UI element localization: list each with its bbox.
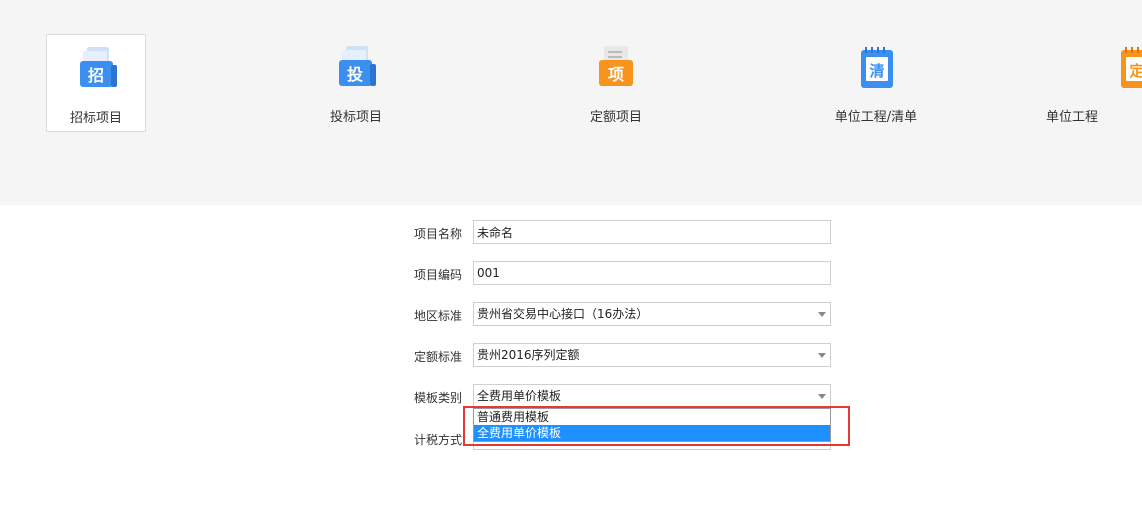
unit-quota-icon: 定 — [1121, 47, 1142, 88]
tax-method-label: 计税方式 — [414, 433, 463, 447]
region-standard-select[interactable]: 贵州省交易中心接口（16办法） — [473, 302, 831, 326]
region-standard-value: 贵州省交易中心接口（16办法） — [477, 307, 649, 321]
tile-bid-invitation-project[interactable]: 招 招标项目 — [46, 34, 146, 132]
region-standard-label: 地区标准 — [414, 309, 463, 323]
chevron-down-icon — [818, 394, 826, 399]
icon-glyph: 定 — [1129, 62, 1142, 80]
tile-label: 定额项目 — [589, 110, 642, 125]
bill-list-icon: 清 — [861, 47, 893, 88]
icon-glyph: 招 — [88, 66, 104, 85]
icon-glyph: 项 — [608, 65, 624, 84]
quota-project-icon: 项 — [599, 46, 633, 86]
tile-label: 招标项目 — [69, 111, 122, 126]
project-code-label: 项目编码 — [414, 268, 463, 282]
project-name-label: 项目名称 — [414, 227, 463, 241]
tile-label: 单位工程 — [1046, 110, 1099, 125]
bid-invitation-icon: 招 — [80, 47, 117, 87]
chevron-down-icon — [818, 312, 826, 317]
chevron-down-icon — [818, 353, 826, 358]
template-type-value: 全费用单价模板 — [477, 389, 562, 403]
template-type-dropdown: 普通费用模板 全费用单价模板 — [473, 408, 831, 442]
icon-glyph: 清 — [869, 62, 884, 80]
tile-unit-engineering-bill[interactable]: 清 单位工程/清单 — [826, 34, 926, 132]
quota-standard-value: 贵州2016序列定额 — [477, 348, 580, 362]
template-type-select[interactable]: 全费用单价模板 — [473, 384, 831, 408]
tile-label: 单位工程/清单 — [834, 110, 918, 125]
project-name-input[interactable] — [473, 220, 831, 244]
tile-label: 投标项目 — [329, 110, 382, 125]
dropdown-option-full-cost-template[interactable]: 全费用单价模板 — [474, 425, 830, 441]
quota-standard-select[interactable]: 贵州2016序列定额 — [473, 343, 831, 367]
project-code-input[interactable] — [473, 261, 831, 285]
template-type-label: 模板类别 — [414, 391, 463, 405]
quota-standard-label: 定额标准 — [414, 350, 463, 364]
tile-bid-submission-project[interactable]: 投 投标项目 — [306, 34, 406, 132]
bid-submission-icon: 投 — [339, 46, 376, 86]
tile-quota-project[interactable]: 项 定额项目 — [566, 34, 666, 132]
dropdown-option-normal-template[interactable]: 普通费用模板 — [474, 409, 830, 425]
icon-glyph: 投 — [347, 65, 363, 84]
project-type-panel: 招 招标项目 投 投标项目 项 定额项目 清 单位工程/清单 定 单位工程 — [0, 0, 1142, 205]
tile-unit-engineering-quota[interactable]: 定 单位工程 — [1046, 34, 1142, 132]
